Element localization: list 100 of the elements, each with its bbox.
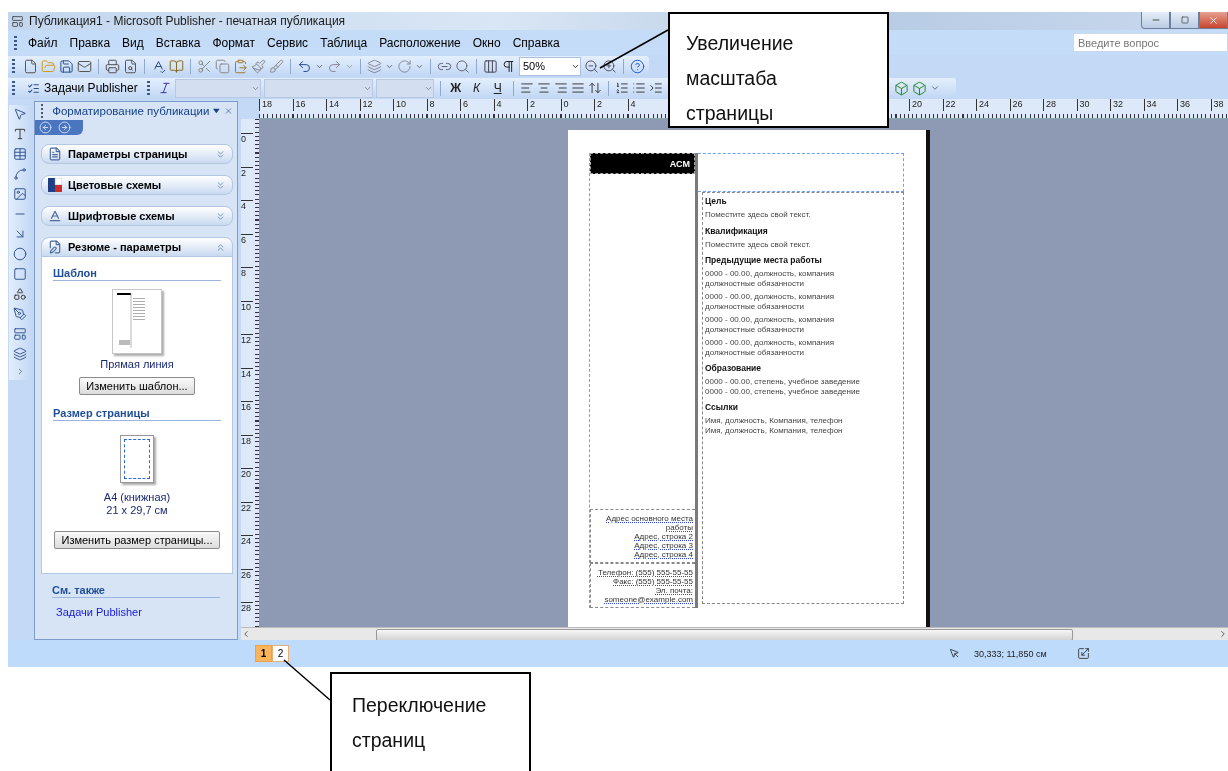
cursor-position: 30,333; 11,850 см: [974, 648, 1047, 659]
forward-icon[interactable]: [58, 121, 71, 134]
columns-icon[interactable]: [483, 58, 498, 74]
align-right-icon[interactable]: [553, 81, 568, 95]
back-icon[interactable]: [39, 121, 52, 134]
menu-item[interactable]: Справка: [506, 33, 566, 52]
scroll-left-icon[interactable]: [241, 629, 251, 639]
copy-icon[interactable]: [215, 58, 230, 74]
address-line: Адрес, строка 3: [634, 541, 693, 550]
resume-line: 0000 - 00.00, должность, компания: [705, 292, 835, 302]
dropdown-icon[interactable]: [213, 108, 221, 114]
page-tab[interactable]: 2: [272, 645, 289, 662]
resume-line: 0000 - 00.00, должность, компания: [705, 269, 835, 279]
autoshapes-icon[interactable]: [13, 287, 27, 301]
text-box-icon[interactable]: [13, 127, 27, 141]
oval-icon[interactable]: [13, 247, 27, 261]
section-header[interactable]: Резюме - параметры: [41, 237, 233, 257]
align-center-icon[interactable]: [536, 81, 551, 95]
template-thumbnail[interactable]: [112, 289, 162, 354]
redo-icon[interactable]: [327, 58, 342, 74]
line-spacing-icon[interactable]: [587, 81, 602, 95]
menu-item[interactable]: Сервис: [261, 33, 315, 52]
zoom-out-icon[interactable]: [584, 58, 599, 74]
close-icon: [1208, 14, 1219, 26]
pen-icon[interactable]: [13, 307, 27, 321]
format-painter-icon[interactable]: [251, 58, 266, 74]
resume-line: Имя, должность, Компания, телефон: [705, 425, 844, 435]
horizontal-scrollbar[interactable]: [241, 627, 1228, 640]
table-icon[interactable]: [13, 147, 27, 161]
resume-line: Имя, должность, Компания, телефон: [705, 416, 844, 426]
help-icon[interactable]: [630, 58, 645, 74]
align-left-icon[interactable]: [519, 81, 534, 95]
brush-icon[interactable]: [269, 58, 284, 74]
menu-item[interactable]: Вид: [116, 33, 150, 52]
overflow-icon[interactable]: [929, 83, 940, 93]
menu-item[interactable]: Правка: [63, 33, 117, 52]
picture-icon[interactable]: [13, 187, 27, 201]
collapse-icon[interactable]: [215, 241, 226, 253]
new-document-icon[interactable]: [23, 58, 38, 74]
zoom-combo[interactable]: 50%: [519, 56, 581, 76]
close-button[interactable]: [1199, 12, 1228, 29]
paste-icon[interactable]: [233, 58, 248, 74]
font-style-button[interactable]: К: [467, 81, 486, 95]
mail-icon[interactable]: [77, 58, 92, 74]
rectangle-icon[interactable]: [13, 267, 27, 281]
menu-item[interactable]: Вставка: [149, 33, 207, 52]
bullet-list-icon[interactable]: [631, 81, 646, 95]
menu-item[interactable]: Окно: [466, 33, 507, 52]
resume-line: 0000 - 00.00, степень, учебное заведение: [705, 377, 861, 387]
resume-line: должностные обязанности: [705, 301, 806, 311]
menu-item[interactable]: Таблица: [314, 33, 374, 52]
object-size-icon[interactable]: [1076, 647, 1090, 660]
change-template-button[interactable]: Изменить шаблон...: [79, 377, 195, 395]
numbered-list-icon[interactable]: [614, 81, 629, 95]
save-icon[interactable]: [59, 58, 74, 74]
print-preview-icon[interactable]: [123, 58, 138, 74]
resume-line: должностные обязанности: [705, 347, 806, 357]
color-scheme-icon: [48, 178, 62, 192]
expand-icon[interactable]: [215, 179, 226, 191]
section-header[interactable]: Шрифтовые схемы: [41, 206, 233, 226]
section-header[interactable]: Параметры страницы: [41, 144, 233, 164]
resume-line: должностные обязанности: [705, 324, 806, 334]
change-size-button[interactable]: Изменить размер страницы...: [54, 531, 220, 549]
menu-item[interactable]: Файл: [22, 33, 64, 52]
find-icon[interactable]: [455, 58, 470, 74]
vertical-ruler: 0 2 4 6 8 10 12 14 16 18 20 22 24 26 28: [241, 119, 259, 627]
page-tab[interactable]: 1: [255, 645, 272, 662]
indent-icon[interactable]: [648, 81, 663, 95]
cut-icon[interactable]: [197, 58, 212, 74]
menu-item[interactable]: Расположение: [373, 33, 467, 52]
tasks-link[interactable]: Задачи Publisher: [52, 606, 220, 618]
tasks-icon: [27, 81, 40, 95]
pilcrow-icon[interactable]: [501, 58, 516, 74]
resume-line: 0000 - 00.00, должность, компания: [705, 338, 835, 348]
contact-line: Факс: (555) 555-55-55: [613, 577, 693, 586]
resume-line: Поместите здесь свой текст.: [705, 239, 812, 249]
page-size-text: 21 x 29,7 см: [106, 504, 168, 517]
section-header[interactable]: Цветовые схемы: [41, 175, 233, 195]
print-icon[interactable]: [105, 58, 120, 74]
publisher-tasks-button[interactable]: Задачи Publisher: [23, 81, 142, 95]
app-icon[interactable]: [11, 14, 24, 28]
help-search-field[interactable]: Введите вопрос: [1073, 33, 1228, 52]
scroll-right-icon[interactable]: [1218, 629, 1228, 639]
expand-icon[interactable]: [215, 210, 226, 222]
expand-icon[interactable]: [215, 148, 226, 160]
menu-item[interactable]: Формат: [206, 33, 262, 52]
callout-text: Переключение страниц: [352, 693, 488, 753]
font-style-button[interactable]: Ж: [446, 81, 465, 95]
zoom-in-icon[interactable]: [602, 58, 617, 74]
font-style-button[interactable]: Ч: [488, 81, 507, 95]
resume-heading: Ссылки: [705, 402, 739, 412]
spelling-icon[interactable]: [151, 58, 166, 74]
resume-line: Поместите здесь свой текст.: [705, 210, 812, 220]
justify-icon[interactable]: [570, 81, 585, 95]
undo-icon[interactable]: [297, 58, 312, 74]
maximize-button[interactable]: [1170, 12, 1199, 29]
pointer-icon[interactable]: [13, 107, 27, 121]
cursor-icon[interactable]: [949, 648, 960, 659]
minimize-button[interactable]: [1141, 12, 1170, 29]
rotate-icon[interactable]: [397, 58, 412, 74]
